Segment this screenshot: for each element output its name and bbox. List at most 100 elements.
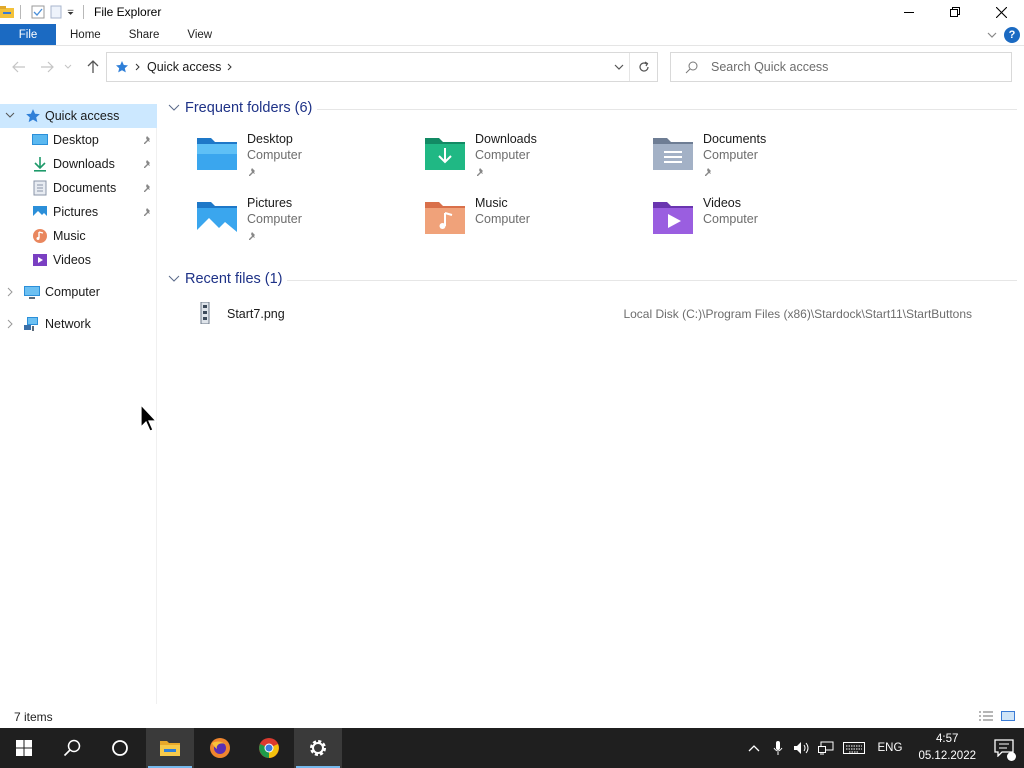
expand-ribbon-icon[interactable] (986, 29, 998, 41)
forward-button[interactable] (38, 58, 56, 76)
folder-tile-pictures[interactable]: Pictures Computer (163, 196, 363, 250)
recent-file-path: Local Disk (C:)\Program Files (x86)\Star… (623, 307, 972, 321)
volume-button[interactable] (790, 728, 814, 768)
volume-icon (793, 742, 809, 754)
taskbar-firefox[interactable] (196, 728, 244, 768)
folder-location: Computer (247, 148, 302, 162)
navigation-pane: Quick access Desktop Downloads Documents… (0, 104, 157, 704)
sidebar-item-documents[interactable]: Documents (0, 176, 157, 200)
network-icon (24, 317, 38, 331)
folder-location: Computer (247, 212, 302, 226)
minimize-button[interactable] (886, 0, 932, 24)
new-folder-icon[interactable] (49, 5, 63, 19)
action-center-button[interactable] (984, 728, 1024, 768)
input-language[interactable]: ENG (870, 742, 911, 754)
pictures-icon (33, 206, 47, 218)
start-button[interactable] (0, 728, 48, 768)
chevron-down-icon (64, 64, 72, 69)
tab-home[interactable]: Home (56, 24, 115, 45)
recent-file-row[interactable]: Start7.png Local Disk (C:)\Program Files… (163, 302, 1003, 326)
search-button[interactable] (48, 728, 96, 768)
group-divider (317, 109, 1017, 110)
sidebar-item-downloads[interactable]: Downloads (0, 152, 157, 176)
address-dropdown-icon[interactable] (613, 61, 625, 73)
star-icon (116, 61, 128, 73)
sidebar-item-pictures[interactable]: Pictures (0, 200, 157, 224)
mouse-cursor-icon (140, 404, 158, 432)
chevron-down-icon[interactable] (5, 112, 15, 120)
folder-name: Downloads (475, 132, 537, 146)
file-explorer-window: File Explorer File Home Share View ? Qui… (0, 0, 1024, 728)
chevron-right-icon[interactable] (5, 287, 15, 297)
pin-icon[interactable] (143, 183, 153, 193)
up-button[interactable] (84, 58, 102, 76)
restore-button[interactable] (932, 0, 978, 24)
properties-icon[interactable] (31, 5, 45, 19)
nav-label: Desktop (53, 133, 99, 147)
close-button[interactable] (978, 0, 1024, 24)
search-box[interactable]: Search Quick access (670, 52, 1012, 82)
taskbar-settings[interactable] (294, 728, 342, 768)
clock[interactable]: 4:57 05.12.2022 (910, 731, 984, 765)
customize-toolbar-icon[interactable] (67, 5, 77, 19)
taskbar-file-explorer[interactable] (146, 728, 194, 768)
pin-icon[interactable] (143, 135, 153, 145)
folder-tile-music[interactable]: Music Computer (391, 196, 591, 250)
tab-file[interactable]: File (0, 24, 56, 45)
status-bar: 7 items (0, 706, 1024, 728)
chevron-right-icon[interactable] (227, 63, 233, 71)
pin-icon[interactable] (143, 159, 153, 169)
refresh-button[interactable] (629, 53, 657, 81)
group-divider (287, 280, 1017, 281)
frequent-folders-header[interactable]: Frequent folders (6) (163, 100, 312, 116)
large-icons-view-icon[interactable] (1000, 710, 1016, 722)
folder-tile-downloads[interactable]: Downloads Computer (391, 132, 591, 186)
task-view-button[interactable] (96, 728, 144, 768)
tab-share[interactable]: Share (115, 24, 174, 45)
nav-label: Downloads (53, 157, 115, 171)
sidebar-item-desktop[interactable]: Desktop (0, 128, 157, 152)
folder-name: Documents (703, 132, 767, 146)
recent-locations-button[interactable] (62, 58, 74, 76)
back-button[interactable] (10, 58, 28, 76)
folder-tile-videos[interactable]: Videos Computer (619, 196, 819, 250)
sidebar-item-videos[interactable]: Videos (0, 248, 157, 272)
nav-label: Network (45, 317, 91, 331)
view-switcher (978, 710, 1016, 722)
sidebar-item-computer[interactable]: Computer (0, 280, 157, 304)
nav-label: Quick access (45, 109, 120, 123)
recent-files-header[interactable]: Recent files (1) (163, 271, 283, 287)
chrome-icon (259, 738, 279, 758)
ribbon-right: ? (986, 24, 1024, 45)
touch-keyboard-button[interactable] (838, 728, 870, 768)
cortana-circle-icon (112, 740, 128, 756)
pin-icon[interactable] (143, 207, 153, 217)
folder-location: Computer (703, 212, 758, 226)
item-count: 7 items (14, 710, 53, 724)
chevron-right-icon[interactable] (5, 319, 15, 329)
address-bar[interactable]: Quick access (106, 52, 658, 82)
videos-icon (33, 254, 47, 266)
pin-icon (249, 232, 255, 240)
show-hidden-icons-button[interactable] (742, 728, 766, 768)
firefox-icon (210, 738, 230, 758)
folder-tile-desktop[interactable]: Desktop Computer (163, 132, 363, 186)
breadcrumb-location[interactable]: Quick access (147, 60, 221, 74)
sidebar-item-music[interactable]: Music (0, 224, 157, 248)
nav-quick-access[interactable]: Quick access (0, 104, 157, 128)
microphone-button[interactable] (766, 728, 790, 768)
help-icon[interactable]: ? (1004, 26, 1020, 43)
tab-view[interactable]: View (173, 24, 226, 45)
taskbar-chrome[interactable] (245, 728, 293, 768)
network-button[interactable] (814, 728, 838, 768)
folder-tile-documents[interactable]: Documents Computer (619, 132, 819, 186)
microphone-icon (773, 741, 782, 755)
folder-name: Music (475, 196, 508, 210)
chevron-right-icon (135, 63, 140, 71)
pictures-folder-icon (197, 202, 237, 234)
group-title: Recent files (1) (185, 271, 283, 287)
sidebar-item-network[interactable]: Network (0, 312, 157, 336)
refresh-icon (638, 61, 649, 72)
nav-label: Computer (45, 285, 100, 299)
details-view-icon[interactable] (978, 710, 994, 722)
